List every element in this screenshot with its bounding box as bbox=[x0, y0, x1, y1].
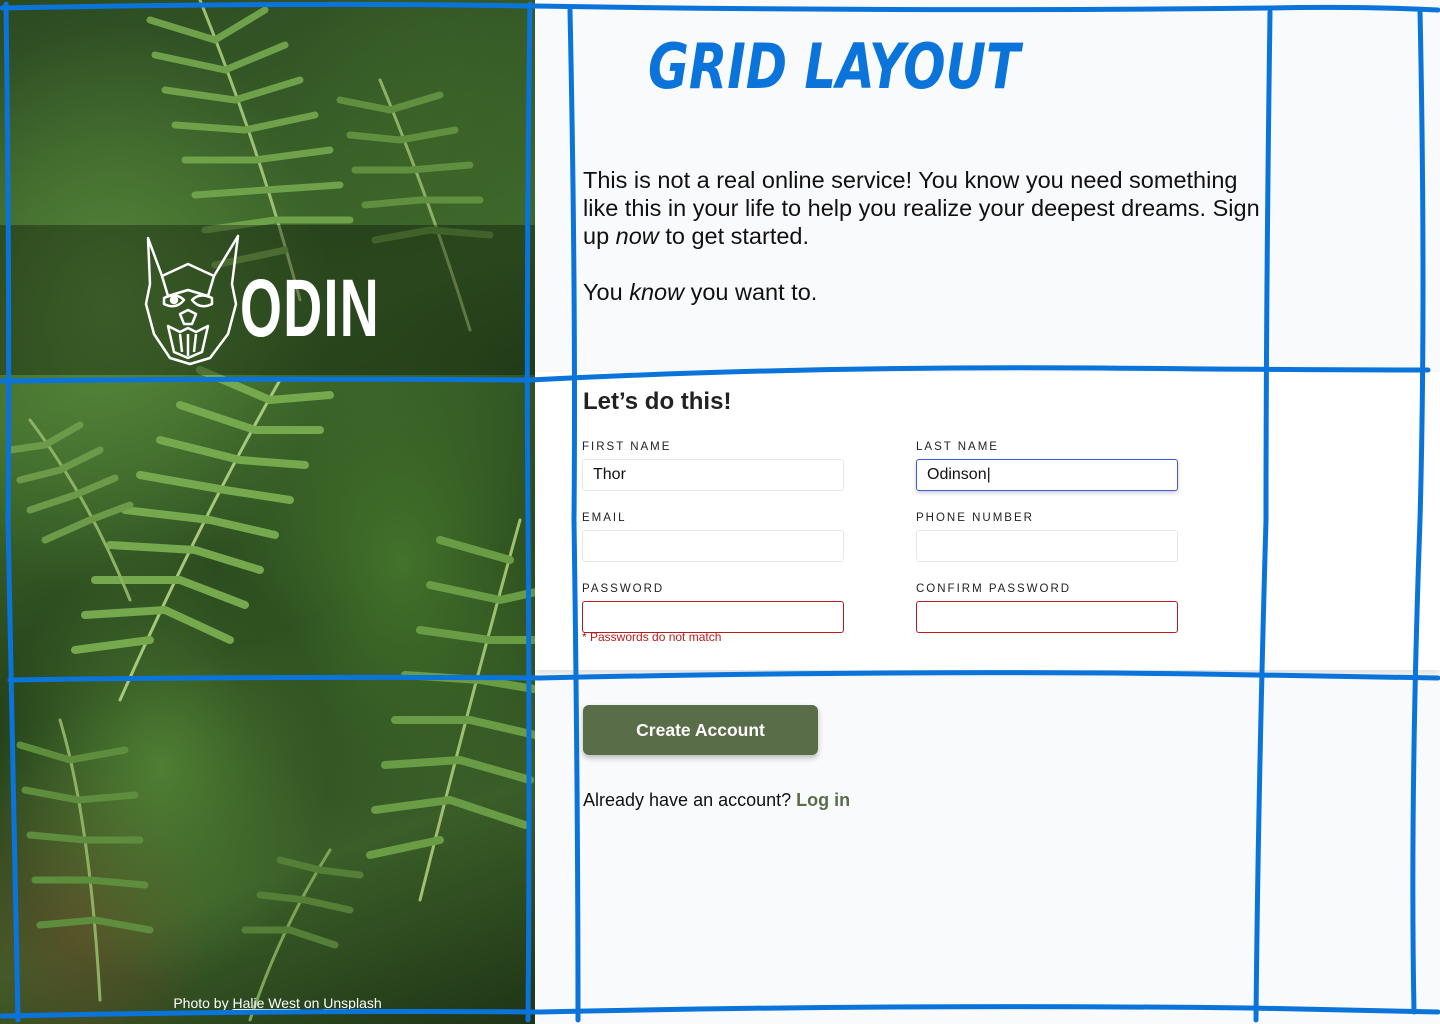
last-name-field: LAST NAME Odinson| bbox=[916, 441, 1178, 491]
intro-text: This is not a real online service! You k… bbox=[583, 166, 1273, 306]
last-name-label: LAST NAME bbox=[916, 441, 999, 453]
phone-field: PHONE NUMBER bbox=[916, 512, 1178, 562]
email-field: EMAIL bbox=[582, 512, 844, 562]
first-name-label: FIRST NAME bbox=[582, 441, 672, 453]
login-prompt: Already have an account? Log in bbox=[583, 790, 850, 811]
fern-leaves-illustration bbox=[6, 0, 535, 1022]
main-content: This is not a real online service! You k… bbox=[535, 0, 1440, 1024]
first-name-field: FIRST NAME Thor bbox=[582, 441, 844, 491]
last-name-input[interactable]: Odinson| bbox=[916, 459, 1178, 491]
intro-line-3-emphasis: know bbox=[629, 279, 685, 305]
intro-line-3-pre: You bbox=[583, 279, 623, 305]
login-prompt-text: Already have an account? bbox=[583, 790, 792, 810]
unsplash-link[interactable]: Unsplash bbox=[323, 995, 381, 1011]
phone-input[interactable] bbox=[916, 530, 1178, 562]
photo-credit: Photo by Halie West on Unsplash bbox=[0, 995, 535, 1011]
intro-line-1: This is not a real online service! You k… bbox=[583, 167, 1238, 221]
fern-background-photo: ODIN Photo by Halie West on Unsplash bbox=[0, 0, 535, 1024]
login-link[interactable]: Log in bbox=[796, 790, 850, 810]
email-label: EMAIL bbox=[582, 512, 627, 524]
create-account-button[interactable]: Create Account bbox=[583, 705, 818, 755]
password-field: PASSWORD bbox=[582, 583, 844, 633]
password-label: PASSWORD bbox=[582, 583, 665, 595]
credit-prefix: Photo by bbox=[173, 995, 229, 1011]
password-error-message: * Passwords do not match bbox=[582, 630, 722, 644]
photographer-link[interactable]: Halie West bbox=[232, 995, 299, 1011]
confirm-password-label: CONFIRM PASSWORD bbox=[916, 583, 1072, 595]
form-title: Let’s do this! bbox=[583, 388, 732, 415]
intro-line-2-emphasis: now bbox=[615, 223, 659, 249]
odin-logo: ODIN bbox=[144, 234, 380, 366]
intro-line-3-post: you want to. bbox=[690, 279, 818, 305]
intro-paragraph-2: You know you want to. bbox=[583, 278, 1273, 306]
credit-middle: on bbox=[303, 995, 320, 1011]
intro-line-2-post: to get started. bbox=[665, 223, 810, 249]
phone-label: PHONE NUMBER bbox=[916, 512, 1034, 524]
confirm-password-field: CONFIRM PASSWORD bbox=[916, 583, 1178, 633]
password-input[interactable] bbox=[582, 601, 844, 633]
intro-paragraph-1: This is not a real online service! You k… bbox=[583, 166, 1273, 250]
first-name-input[interactable]: Thor bbox=[582, 459, 844, 491]
logo-wordmark: ODIN bbox=[240, 263, 380, 354]
email-input[interactable] bbox=[582, 530, 844, 562]
confirm-password-input[interactable] bbox=[916, 601, 1178, 633]
